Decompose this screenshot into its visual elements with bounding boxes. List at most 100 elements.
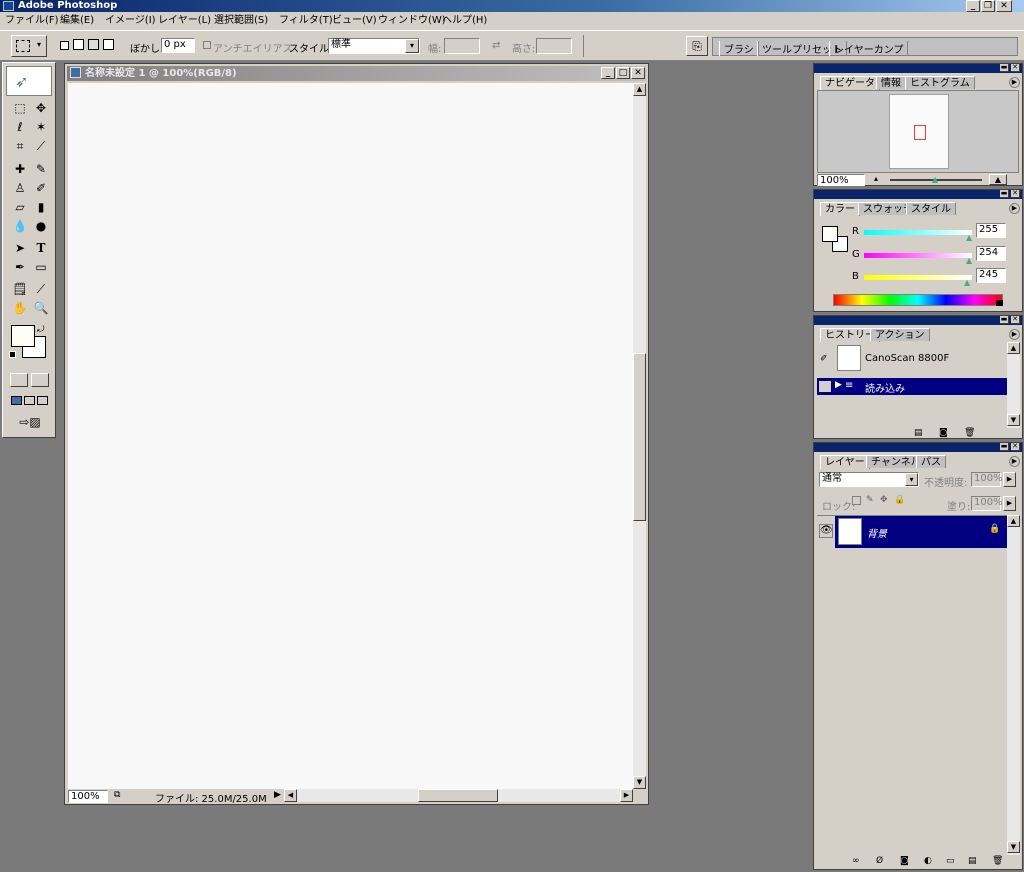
lasso-tool-icon[interactable]: ℓ [10,118,30,136]
palette-minimize-button[interactable]: ▬ [1000,64,1009,72]
palette-minimize-button[interactable]: ▬ [1000,190,1009,198]
status-menu-arrow-icon[interactable]: ▶ [274,790,281,800]
tool-preset-picker[interactable]: ▾ [11,35,47,57]
tab-info[interactable]: 情報 [876,76,906,89]
lock-all-icon[interactable]: 🔒 [894,495,905,505]
channel-b-thumb[interactable]: ▲ [964,278,970,287]
tab-paths[interactable]: パス [916,455,946,468]
blend-mode-select[interactable]: 通常 ▾ [819,472,919,487]
antialias-checkbox[interactable] [203,41,211,49]
horizontal-scrollbar[interactable]: ◀ ▶ [284,789,633,802]
menu-help[interactable]: ヘルプ(H) [442,14,487,28]
new-layer-icon[interactable]: ▤ [968,856,977,866]
menu-filter[interactable]: フィルタ(T) [279,14,333,28]
add-selection-icon[interactable] [73,39,84,50]
fill-arrow-icon[interactable]: ▶ [1003,496,1016,511]
channel-r-slider[interactable] [864,230,972,235]
style-select[interactable]: 標準 ▾ [328,38,420,54]
link-layers-icon[interactable]: ∞ [852,856,860,866]
palette-close-button[interactable]: ✕ [1011,443,1020,451]
new-document-from-state-icon[interactable]: ▤ [914,428,923,438]
well-tab-brushes[interactable]: ブラシ [719,41,759,56]
scroll-right-icon[interactable]: ▶ [620,789,633,802]
magic-wand-tool-icon[interactable]: ✶ [31,118,51,136]
palette-menu-icon[interactable]: ▶ [1009,456,1020,467]
layer-selected-highlight[interactable]: 背景 🔒 [835,516,1007,548]
jump-to-imageready-icon[interactable]: ⇨▨ [10,413,50,431]
channel-g-input[interactable]: 254 [976,246,1006,261]
document-title-bar[interactable]: 名称未設定 1 @ 100%(RGB/8) _ □ ✕ [67,66,646,81]
full-screen-menu-mode-icon[interactable] [24,396,35,405]
tab-actions[interactable]: アクション [870,328,930,341]
palette-close-button[interactable]: ✕ [1011,190,1020,198]
feather-input[interactable]: 0 px [161,38,195,53]
view-box[interactable] [914,125,926,140]
default-colors-icon[interactable] [9,351,16,358]
scroll-down-icon[interactable]: ▼ [633,776,646,789]
blur-tool-icon[interactable]: 💧 [10,217,30,235]
zoom-in-icon[interactable]: ▲ [989,174,1007,185]
swap-colors-icon[interactable]: ⤾ [37,325,45,335]
image-canvas[interactable] [68,83,633,789]
layer-mask-icon[interactable]: ◙ [900,856,909,866]
chevron-down-icon[interactable]: ▾ [405,39,419,53]
delete-state-icon[interactable]: 🗑 [964,428,975,438]
menu-select[interactable]: 選択範囲(S) [214,14,268,28]
status-preview-icon[interactable]: ⧉ [114,790,126,802]
eyedropper-tool-icon[interactable]: ⟋ [31,280,51,298]
zoom-tool-icon[interactable]: 🔍 [31,299,51,317]
palette-title-bar[interactable]: ▬ ✕ [814,316,1022,325]
eraser-tool-icon[interactable]: ▱ [10,198,30,216]
tab-histogram[interactable]: ヒストグラム [905,76,975,89]
layer-row[interactable]: 👁 背景 🔒 [817,516,1007,548]
palette-menu-icon[interactable]: ▶ [1009,203,1020,214]
scroll-up-icon[interactable]: ▲ [1007,342,1020,354]
scroll-left-icon[interactable]: ◀ [284,789,297,802]
channel-g-slider[interactable] [864,253,972,258]
palette-minimize-button[interactable]: ▬ [1000,443,1009,451]
adobe-feather-logo[interactable]: ➶ [6,66,52,96]
standard-mode-icon[interactable] [10,373,28,387]
menu-image[interactable]: イメージ(I) [105,14,156,28]
lock-transparency-icon[interactable] [852,496,861,505]
menu-file[interactable]: ファイル(F) [5,14,59,28]
dodge-tool-icon[interactable]: ● [31,217,51,235]
foreground-color-swatch[interactable] [11,325,35,347]
history-source-box[interactable] [819,381,831,392]
lock-position-icon[interactable]: ✥ [880,495,888,505]
intersect-selection-icon[interactable] [103,39,114,50]
marquee-tool-icon[interactable]: ⬚ [10,99,30,117]
vertical-scroll-thumb[interactable] [633,353,646,521]
adjustment-layer-icon[interactable]: ◐ [924,856,932,866]
gradient-tool-icon[interactable]: ▮ [31,198,51,216]
vertical-scrollbar[interactable]: ▲ ▼ [633,83,646,789]
healing-brush-tool-icon[interactable]: ✚ [10,160,30,178]
standard-screen-mode-icon[interactable] [11,396,22,405]
menu-layer[interactable]: レイヤー(L) [158,14,211,28]
new-snapshot-icon[interactable]: ◙ [939,428,948,438]
zoom-field[interactable]: 100% [68,790,108,803]
clone-stamp-tool-icon[interactable]: ♙ [10,179,30,197]
slice-tool-icon[interactable]: ⟋ [31,137,51,155]
fill-input[interactable]: 100% [971,496,1003,511]
color-ramp[interactable] [833,294,1003,306]
palette-menu-icon[interactable]: ▶ [1009,77,1020,88]
history-brush-tool-icon[interactable]: ✐ [31,179,51,197]
palette-close-button[interactable]: ✕ [1011,64,1020,72]
navigator-zoom-field[interactable]: 100% [817,174,865,186]
move-tool-icon[interactable]: ✥ [31,99,51,117]
tab-layers[interactable]: レイヤー [820,455,870,469]
zoom-out-icon[interactable]: ▴ [874,174,878,183]
new-group-icon[interactable]: ▭ [946,856,955,866]
menu-window[interactable]: ウィンドウ(W) [378,14,446,28]
scroll-down-icon[interactable]: ▼ [1007,414,1020,426]
channel-g-thumb[interactable]: ▲ [966,256,972,265]
notes-tool-icon[interactable]: 🗒 [10,280,30,298]
chevron-down-icon[interactable]: ▾ [905,473,918,486]
full-screen-mode-icon[interactable] [37,396,48,405]
well-tab-layer-comps[interactable]: レイヤーカンプ [829,41,909,56]
layer-style-icon[interactable]: Ø [876,856,883,866]
delete-layer-icon[interactable]: 🗑 [992,856,1003,866]
history-brush-source-icon[interactable]: ✐ [820,354,828,364]
channel-r-input[interactable]: 255 [976,223,1006,238]
